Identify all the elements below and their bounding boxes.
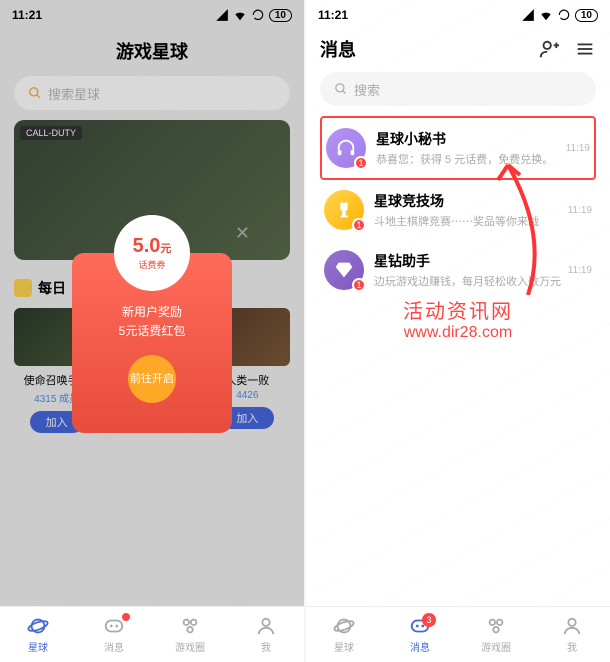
search-bar[interactable]: 搜索 — [320, 72, 596, 106]
nav-me[interactable]: 我 — [228, 607, 304, 662]
nav-message[interactable]: 3 消息 — [382, 607, 458, 662]
msg-badge: 1 — [354, 156, 368, 170]
bottom-nav: 星球 消息 游戏圈 我 — [0, 606, 304, 662]
nav-label: 消息 — [104, 639, 124, 654]
message-icon: 1 — [324, 190, 364, 230]
close-icon[interactable]: ✕ — [235, 223, 250, 244]
popup-line2: 5元话费红包 — [88, 322, 216, 341]
message-list: 1 星球小秘书 恭喜您：获得 5 元话费，免费兑换。 11:19 1 星球竞技场… — [306, 116, 610, 300]
left-screenshot: 11:21 10 游戏星球 搜索星球 CALL-DUTY 使 每日 使命召唤手游… — [0, 0, 304, 662]
circle-icon — [179, 615, 201, 637]
add-friend-icon[interactable] — [538, 38, 560, 60]
msg-time: 11:19 — [566, 143, 590, 154]
wifi-icon — [539, 8, 553, 22]
msg-badge: 1 — [352, 278, 366, 292]
nav-planet[interactable]: 星球 — [306, 607, 382, 662]
bottom-nav: 星球 3 消息 游戏圈 我 — [306, 606, 610, 662]
header-title: 消息 — [320, 36, 356, 62]
message-icon: 1 — [326, 128, 366, 168]
popup-label: 话费券 — [138, 258, 165, 271]
nav-message[interactable]: 消息 — [76, 607, 152, 662]
user-icon — [561, 615, 583, 637]
search-icon — [334, 82, 348, 96]
nav-label: 我 — [567, 639, 577, 654]
headphone-icon — [335, 137, 357, 159]
msg-time: 11:19 — [568, 205, 592, 216]
trophy-icon — [333, 199, 355, 221]
user-icon — [255, 615, 277, 637]
diamond-icon — [333, 259, 355, 281]
watermark-text: 活动资讯网 www.dir28.com — [403, 295, 513, 342]
nav-planet[interactable]: 星球 — [0, 607, 76, 662]
nav-badge — [122, 613, 130, 621]
nav-label: 星球 — [334, 639, 354, 654]
nav-label: 消息 — [410, 639, 430, 654]
msg-badge: 1 — [352, 218, 366, 232]
nav-label: 游戏圈 — [175, 639, 205, 654]
status-icons: 10 — [521, 8, 598, 22]
menu-icon[interactable] — [574, 38, 596, 60]
annotation-arrow — [488, 155, 558, 295]
watermark-line2: www.dir28.com — [403, 324, 513, 342]
popup-open-button[interactable]: 前往开启 — [128, 355, 176, 403]
nav-label: 游戏圈 — [481, 639, 511, 654]
planet-icon — [333, 615, 355, 637]
nav-me[interactable]: 我 — [534, 607, 610, 662]
nav-circle[interactable]: 游戏圈 — [458, 607, 534, 662]
nav-badge: 3 — [422, 613, 436, 627]
message-icon: 1 — [324, 250, 364, 290]
refresh-icon — [557, 8, 571, 22]
nav-circle[interactable]: 游戏圈 — [152, 607, 228, 662]
watermark-line1: 活动资讯网 — [403, 295, 513, 324]
reward-popup: ✕ 5.0元 话费券 新用户奖励 5元话费红包 前往开启 — [72, 215, 232, 433]
header-actions — [538, 38, 596, 60]
nav-label: 我 — [261, 639, 271, 654]
nav-label: 星球 — [28, 639, 48, 654]
battery: 10 — [575, 9, 598, 22]
popup-circle: 5.0元 话费券 — [114, 215, 190, 291]
search-placeholder: 搜索 — [354, 80, 380, 99]
msg-title: 星球小秘书 — [376, 129, 566, 149]
status-bar: 11:21 10 — [306, 0, 610, 30]
header: 消息 — [306, 30, 610, 72]
circle-icon — [485, 615, 507, 637]
status-time: 11:21 — [318, 8, 348, 22]
popup-line1: 新用户奖励 — [88, 303, 216, 322]
msg-time: 11:19 — [568, 265, 592, 276]
planet-icon — [27, 615, 49, 637]
popup-amount: 5.0元 — [133, 235, 172, 258]
signal-icon — [521, 8, 535, 22]
right-screenshot: 11:21 10 消息 搜索 1 星球小秘书 恭喜您：获得 5 元话费，免费兑换 — [306, 0, 610, 662]
